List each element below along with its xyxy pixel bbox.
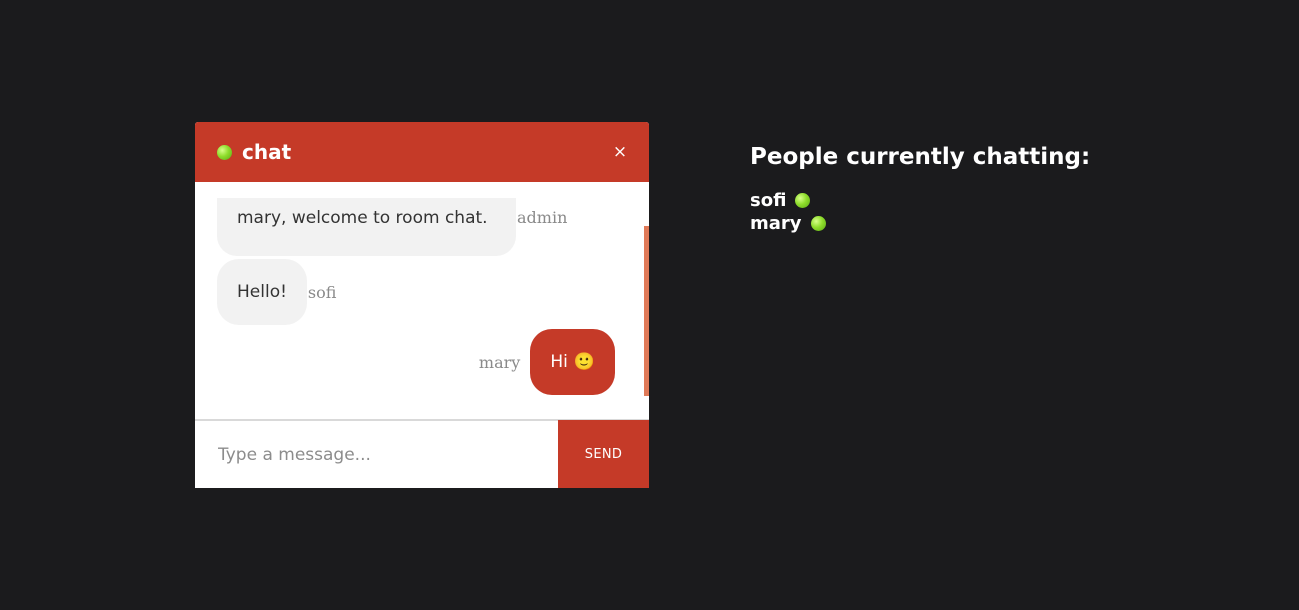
person-name: mary <box>750 213 802 234</box>
message-sender: admin <box>517 207 568 227</box>
send-button[interactable]: SEND <box>558 420 649 488</box>
close-icon[interactable]: × <box>609 141 631 163</box>
message-sender: sofi <box>307 282 337 302</box>
message-composer: SEND <box>195 419 649 488</box>
message-bubble: Hello! <box>217 259 307 325</box>
person-item: mary <box>750 212 1090 235</box>
message-list[interactable]: mary, welcome to room chat. admin Hello!… <box>195 182 649 420</box>
message-text: Hi <box>550 352 568 372</box>
people-title: People currently chatting: <box>750 144 1091 170</box>
message-row: mary Hi 🙂 <box>479 329 615 395</box>
people-panel: People currently chatting: sofi mary <box>750 143 1090 235</box>
message-input[interactable] <box>195 421 557 488</box>
person-item: sofi <box>750 189 1090 212</box>
online-status-icon <box>217 145 232 160</box>
people-list: sofi mary <box>750 189 1090 235</box>
message-row: mary, welcome to room chat. admin <box>217 198 567 256</box>
online-status-icon <box>795 193 811 208</box>
message-sender: mary <box>478 352 521 372</box>
message-bubble: mary, welcome to room chat. <box>217 198 516 256</box>
message-bubble: Hi 🙂 <box>530 329 615 395</box>
scrollbar-thumb[interactable] <box>644 226 649 396</box>
person-name: sofi <box>750 190 787 211</box>
smiley-emoji-icon: 🙂 <box>573 352 595 372</box>
chat-header: chat × <box>195 122 649 182</box>
message-text: Hello! <box>237 282 287 302</box>
chat-window: chat × mary, welcome to room chat. admin… <box>195 122 649 488</box>
message-text: mary, welcome to room chat. <box>237 208 488 228</box>
online-status-icon <box>810 216 826 231</box>
chat-title: chat <box>242 140 292 164</box>
message-row: Hello! sofi <box>217 259 336 325</box>
